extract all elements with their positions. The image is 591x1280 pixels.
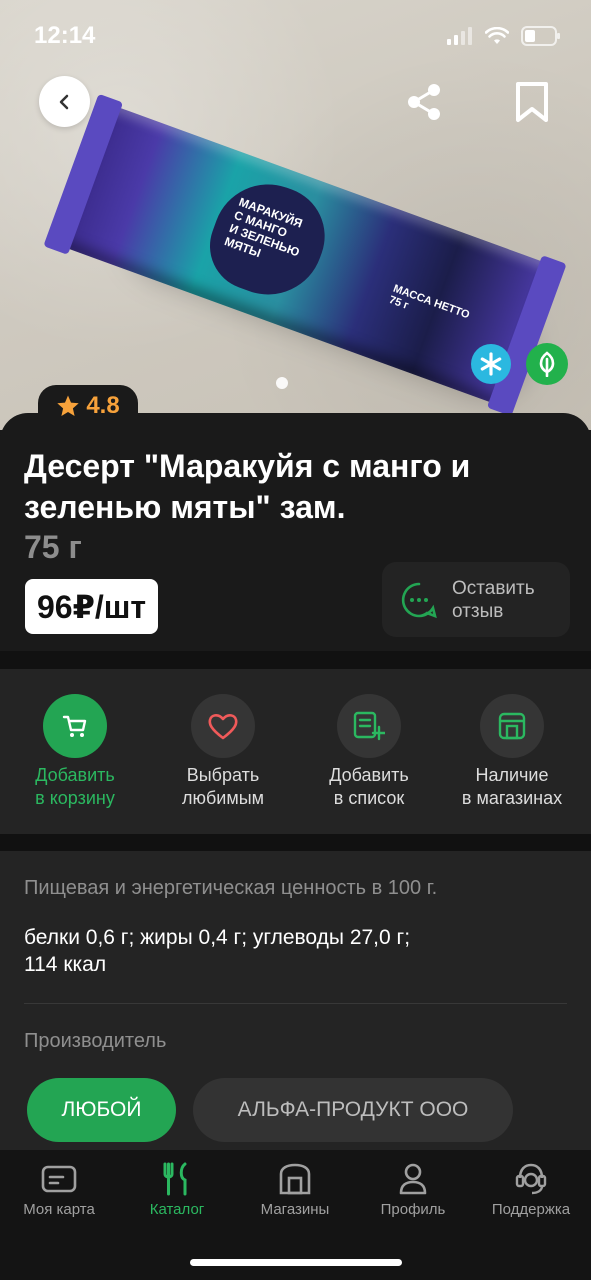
add-to-list-label: Добавить в список <box>329 765 409 808</box>
share-button[interactable] <box>402 80 446 124</box>
signal-icon <box>447 27 472 45</box>
divider <box>24 1003 567 1004</box>
add-to-list-button[interactable]: Добавить в список <box>294 694 444 810</box>
nav-tab-stores[interactable]: Магазины <box>236 1160 354 1218</box>
cart-icon <box>62 715 87 737</box>
nav-label-profile: Профиль <box>380 1201 446 1218</box>
store-availability-circle <box>480 694 544 758</box>
rating-value: 4.8 <box>86 392 120 419</box>
support-icon <box>515 1163 547 1195</box>
price-value: 96₽/шт <box>37 588 147 625</box>
nav-label-support: Поддержка <box>491 1201 571 1218</box>
leaf-icon <box>539 351 555 377</box>
add-list-icon <box>353 711 385 741</box>
snowflake-icon <box>480 352 502 376</box>
nav-label-catalog: Каталог <box>149 1201 205 1218</box>
carousel-indicator <box>276 377 288 389</box>
store-availability-label: Наличие в магазинах <box>461 765 563 808</box>
nutrition-values: белки 0,6 г; жиры 0,4 г; углеводы 27,0 г… <box>24 926 411 976</box>
add-to-list-circle <box>337 694 401 758</box>
nav-icon-wrap <box>0 1160 118 1198</box>
profile-icon <box>399 1163 427 1195</box>
favorite-button[interactable]: Выбрать любимым <box>148 694 298 810</box>
nav-icon-wrap <box>472 1160 590 1198</box>
add-to-cart-button[interactable]: Добавить в корзину <box>0 694 150 810</box>
rating-badge[interactable]: 4.8 <box>38 385 138 427</box>
review-label: Оставить отзыв <box>452 577 535 622</box>
store-icon <box>498 712 526 740</box>
nav-tab-support[interactable]: Поддержка <box>472 1160 590 1218</box>
nav-icon-wrap <box>354 1160 472 1198</box>
frozen-badge <box>471 344 511 384</box>
status-time: 12:14 <box>34 22 96 49</box>
favorite-circle <box>191 694 255 758</box>
manufacturer-heading: Производитель <box>24 1030 167 1052</box>
nav-label-my-card: Моя карта <box>23 1201 95 1218</box>
add-to-cart-circle <box>43 694 107 758</box>
section-separator <box>0 651 591 669</box>
add-to-cart-label: Добавить в корзину <box>35 765 115 808</box>
nav-label-stores: Магазины <box>260 1201 330 1218</box>
product-title: Десерт "Маракуйя с манго и зеленью мяты"… <box>24 448 471 525</box>
back-button[interactable] <box>39 76 90 127</box>
chevron-left-icon <box>59 94 68 109</box>
product-weight: 75 г <box>24 529 82 565</box>
store-icon <box>279 1163 311 1195</box>
share-icon <box>408 84 440 120</box>
battery-icon <box>521 26 560 46</box>
nav-icon-wrap <box>118 1160 236 1198</box>
nav-tab-profile[interactable]: Профиль <box>354 1160 472 1218</box>
store-availability-button[interactable]: Наличие в магазинах <box>437 694 587 810</box>
price-tag: 96₽/шт <box>25 579 159 634</box>
star-icon <box>57 395 80 416</box>
heart-icon <box>208 714 238 740</box>
nav-tab-my-card[interactable]: Моя карта <box>0 1160 118 1218</box>
nav-icon-wrap <box>236 1160 354 1198</box>
nutrition-heading: Пищевая и энергетическая ценность в 100 … <box>24 877 438 899</box>
card-icon <box>41 1165 77 1193</box>
bookmark-button[interactable] <box>510 78 554 126</box>
section-separator <box>0 834 591 851</box>
leave-review-button[interactable]: Оставить отзыв <box>382 562 570 637</box>
manufacturer-chip-any[interactable]: ЛЮБОЙ <box>27 1078 176 1142</box>
status-icons <box>447 26 561 46</box>
chat-bubble-icon <box>401 582 437 618</box>
pack-mass: МАССА НЕТТО 75 г <box>387 282 472 322</box>
bookmark-icon <box>516 82 548 122</box>
eco-badge <box>526 343 568 385</box>
nav-tab-catalog[interactable]: Каталог <box>118 1160 236 1218</box>
manufacturer-chip-alfa-produkt[interactable]: АЛЬФА-ПРОДУКТ ООО <box>193 1078 513 1142</box>
wifi-icon <box>485 27 509 44</box>
status-bar: 12:14 <box>0 0 591 70</box>
home-indicator[interactable] <box>190 1259 402 1266</box>
fork-knife-icon <box>163 1162 187 1196</box>
favorite-label: Выбрать любимым <box>181 765 265 808</box>
